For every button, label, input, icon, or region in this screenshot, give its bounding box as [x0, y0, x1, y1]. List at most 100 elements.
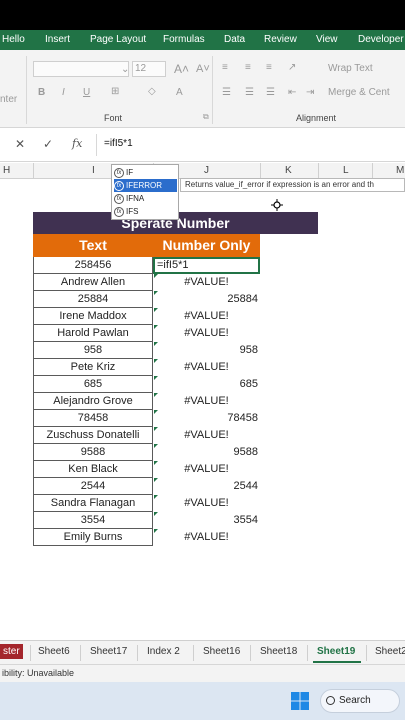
header-text[interactable]: Text [33, 234, 153, 257]
cell-number-only[interactable]: 25884 [153, 291, 260, 308]
error-indicator-icon[interactable] [154, 512, 158, 516]
error-indicator-icon[interactable] [154, 393, 158, 397]
tab-view[interactable]: View [316, 34, 338, 45]
sheet-tab-sheet19[interactable]: Sheet19 [317, 646, 355, 657]
cell-text[interactable]: 258456 [33, 257, 153, 274]
tab-insert[interactable]: Insert [45, 34, 70, 45]
cell-number-only[interactable]: #VALUE! [153, 393, 260, 410]
error-indicator-icon[interactable] [154, 291, 158, 295]
font-dialog-launcher-icon[interactable]: ⧉ [203, 112, 209, 122]
align-right-icon[interactable]: ☰ [266, 87, 275, 98]
error-indicator-icon[interactable] [154, 410, 158, 414]
tab-home[interactable]: Hello [2, 34, 25, 45]
sheet-tab-sheet6[interactable]: Sheet6 [38, 646, 70, 657]
column-header-k[interactable]: K [285, 165, 292, 176]
merge-center-button[interactable]: Merge & Cent [328, 87, 390, 98]
cell-number-only[interactable]: 2544 [153, 478, 260, 495]
align-center-icon[interactable]: ☰ [245, 87, 254, 98]
cell-text[interactable]: 3554 [33, 512, 153, 529]
fill-color-icon[interactable]: ◇ [148, 86, 156, 97]
error-indicator-icon[interactable] [154, 376, 158, 380]
cell-text[interactable]: 685 [33, 376, 153, 393]
borders-icon[interactable]: ⊞ [111, 86, 119, 97]
cell-number-only[interactable]: 958 [153, 342, 260, 359]
cell-number-only[interactable]: 685 [153, 376, 260, 393]
cell-text[interactable]: 78458 [33, 410, 153, 427]
cell-text[interactable]: 9588 [33, 444, 153, 461]
error-indicator-icon[interactable] [154, 461, 158, 465]
sheet-tab-sheet18[interactable]: Sheet18 [260, 646, 297, 657]
error-indicator-icon[interactable] [154, 478, 158, 482]
bold-icon[interactable]: B [38, 87, 45, 98]
orientation-icon[interactable]: ↗ [288, 62, 296, 73]
font-color-icon[interactable]: A [176, 87, 183, 98]
sheet-tab-master[interactable]: ster [0, 644, 23, 659]
decrease-font-icon[interactable]: A˅ [196, 63, 210, 75]
enter-icon[interactable]: ✓ [43, 137, 53, 151]
cell-text[interactable]: Alejandro Grove [33, 393, 153, 410]
cell-number-only[interactable]: #VALUE! [153, 495, 260, 512]
decrease-indent-icon[interactable]: ⇤ [288, 87, 296, 98]
sheet-tab-sheet2[interactable]: Sheet2 [375, 646, 405, 657]
sheet-tab-sheet16[interactable]: Sheet16 [203, 646, 240, 657]
error-indicator-icon[interactable] [154, 444, 158, 448]
cell-text[interactable]: Pete Kriz [33, 359, 153, 376]
italic-icon[interactable]: I [62, 87, 65, 98]
autocomplete-item-ifna[interactable]: fx IFNA [114, 192, 177, 205]
insert-function-icon[interactable]: fx [72, 137, 82, 150]
error-indicator-icon[interactable] [154, 308, 158, 312]
align-left-icon[interactable]: ☰ [222, 87, 231, 98]
error-indicator-icon[interactable] [154, 359, 158, 363]
cell-number-only[interactable]: #VALUE! [153, 359, 260, 376]
sheet-tab-index-2[interactable]: Index 2 [147, 646, 180, 657]
formula-input[interactable]: =ifI5*1 [104, 138, 133, 149]
cell-number-only[interactable]: #VALUE! [153, 308, 260, 325]
cell-text[interactable]: Ken Black [33, 461, 153, 478]
column-header-i[interactable]: I [92, 165, 95, 176]
cell-text[interactable]: Zuschuss Donatelli [33, 427, 153, 444]
increase-indent-icon[interactable]: ⇥ [306, 87, 314, 98]
cell-number-only[interactable]: 3554 [153, 512, 260, 529]
tab-data[interactable]: Data [224, 34, 245, 45]
tab-developer[interactable]: Developer [358, 34, 404, 45]
error-indicator-icon[interactable] [154, 325, 158, 329]
autocomplete-item-iferror[interactable]: fx IFERROR [114, 179, 177, 192]
tab-review[interactable]: Review [264, 34, 297, 45]
underline-icon[interactable]: U [83, 87, 90, 98]
cell-number-only[interactable]: #VALUE! [153, 529, 260, 546]
taskbar-search-button[interactable]: Search [320, 689, 400, 713]
column-header-m[interactable]: M [396, 165, 404, 176]
column-header-h[interactable]: H [3, 165, 10, 176]
cell-text[interactable]: 25884 [33, 291, 153, 308]
autocomplete-item-ifs[interactable]: fx IFS [114, 205, 177, 218]
align-bottom-icon[interactable]: ≡ [266, 62, 272, 73]
cell-text[interactable]: 958 [33, 342, 153, 359]
cell-text[interactable]: Emily Burns [33, 529, 153, 546]
error-indicator-icon[interactable] [154, 427, 158, 431]
cell-number-only[interactable]: 78458 [153, 410, 260, 427]
column-header-l[interactable]: L [343, 165, 349, 176]
error-indicator-icon[interactable] [154, 529, 158, 533]
column-header-j[interactable]: J [204, 165, 209, 176]
windows-start-icon[interactable] [290, 691, 310, 711]
increase-font-icon[interactable]: A˄ [174, 62, 189, 76]
active-cell-editor[interactable]: =ifI5*1 [153, 257, 260, 274]
cell-text[interactable]: Harold Pawlan [33, 325, 153, 342]
align-top-icon[interactable]: ≡ [222, 62, 228, 73]
cell-text[interactable]: Sandra Flanagan [33, 495, 153, 512]
cell-text[interactable]: 2544 [33, 478, 153, 495]
wrap-text-button[interactable]: Wrap Text [328, 63, 373, 74]
tab-formulas[interactable]: Formulas [163, 34, 205, 45]
cell-number-only[interactable]: #VALUE! [153, 427, 260, 444]
error-indicator-icon[interactable] [154, 274, 158, 278]
error-indicator-icon[interactable] [154, 495, 158, 499]
cell-text[interactable]: Irene Maddox [33, 308, 153, 325]
error-indicator-icon[interactable] [154, 342, 158, 346]
font-name-dropdown[interactable] [33, 61, 129, 77]
cell-number-only[interactable]: #VALUE! [153, 461, 260, 478]
align-middle-icon[interactable]: ≡ [245, 62, 251, 73]
cancel-icon[interactable]: ✕ [15, 137, 25, 151]
chevron-down-icon[interactable]: ⌄ [121, 64, 129, 75]
cell-number-only[interactable]: #VALUE! [153, 325, 260, 342]
sheet-tab-sheet17[interactable]: Sheet17 [90, 646, 127, 657]
